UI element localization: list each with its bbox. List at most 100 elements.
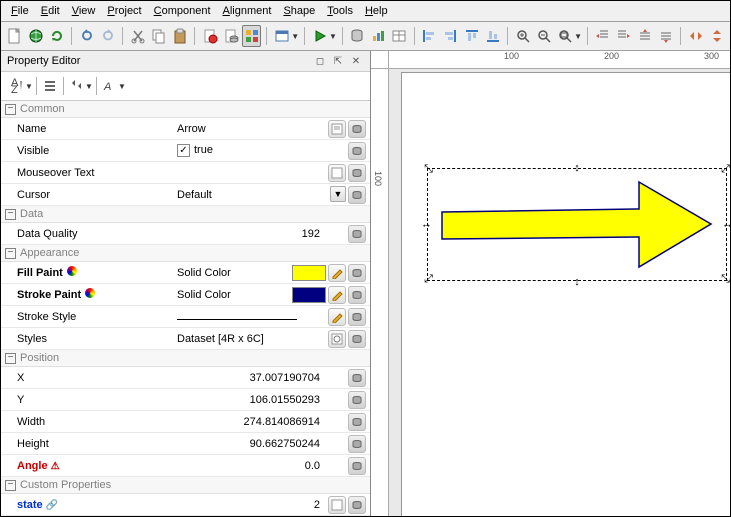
- section-position[interactable]: −Position: [1, 350, 370, 367]
- flip-h-icon[interactable]: [686, 25, 705, 47]
- edit-icon[interactable]: [328, 264, 346, 282]
- prop-value[interactable]: 90.662750244: [177, 438, 326, 450]
- zoom-out-icon[interactable]: [534, 25, 553, 47]
- bind-icon[interactable]: [348, 369, 366, 387]
- edit-text-icon[interactable]: [328, 164, 346, 182]
- dropdown-arrow-icon[interactable]: ▼: [291, 32, 299, 41]
- dropdown-arrow-icon[interactable]: ▼: [329, 32, 337, 41]
- dropdown-arrow-icon[interactable]: ▼: [85, 82, 93, 91]
- dropdown-arrow-icon[interactable]: ▼: [574, 32, 582, 41]
- resize-handle-sw[interactable]: ⤢: [422, 273, 435, 286]
- resize-handle-w[interactable]: ↔: [420, 218, 433, 231]
- dropdown-arrow-icon[interactable]: ▼: [25, 82, 33, 91]
- prop-value[interactable]: Default: [177, 189, 326, 201]
- dock-icon[interactable]: ◻: [312, 54, 328, 68]
- dataset-icon[interactable]: [328, 330, 346, 348]
- bind-icon[interactable]: [348, 286, 366, 304]
- color-swatch[interactable]: [292, 287, 326, 303]
- resize-handle-e[interactable]: ↔: [721, 218, 730, 231]
- bind-icon[interactable]: [348, 264, 366, 282]
- cut-icon[interactable]: [128, 25, 147, 47]
- section-data[interactable]: −Data: [1, 206, 370, 223]
- align-left-icon[interactable]: [420, 25, 439, 47]
- prop-value[interactable]: Dataset [4R x 6C]: [177, 333, 326, 345]
- menu-edit[interactable]: Edit: [35, 3, 66, 19]
- table-icon[interactable]: [390, 25, 409, 47]
- section-appearance[interactable]: −Appearance: [1, 245, 370, 262]
- chart-icon[interactable]: [369, 25, 388, 47]
- menu-shape[interactable]: Shape: [277, 3, 321, 19]
- menu-view[interactable]: View: [66, 3, 102, 19]
- prop-value[interactable]: Solid Color: [177, 267, 292, 279]
- dropdown-arrow-icon[interactable]: ▼: [118, 82, 126, 91]
- menu-alignment[interactable]: Alignment: [217, 3, 278, 19]
- bind-icon[interactable]: [348, 496, 366, 514]
- align-bottom-icon[interactable]: [483, 25, 502, 47]
- resize-handle-n[interactable]: ↕: [571, 161, 584, 174]
- checkbox-icon[interactable]: ✓: [177, 144, 190, 157]
- dropdown-arrow-icon[interactable]: ▼: [330, 186, 346, 202]
- list-view-icon[interactable]: [40, 76, 60, 96]
- copy-icon[interactable]: [149, 25, 168, 47]
- prop-value[interactable]: ✓true: [177, 144, 326, 157]
- menu-help[interactable]: Help: [359, 3, 394, 19]
- resize-handle-s[interactable]: ↕: [571, 275, 584, 288]
- undo-icon[interactable]: [77, 25, 96, 47]
- components-icon[interactable]: [242, 25, 261, 47]
- sort-alpha-icon[interactable]: AZ: [7, 76, 27, 96]
- prop-value[interactable]: [177, 311, 326, 323]
- bind-icon[interactable]: [348, 142, 366, 160]
- prop-value[interactable]: Solid Color: [177, 289, 292, 301]
- pin-icon[interactable]: ⇱: [330, 54, 346, 68]
- zoom-fit-icon[interactable]: [555, 25, 574, 47]
- bind-icon[interactable]: [348, 457, 366, 475]
- redo-icon[interactable]: [98, 25, 117, 47]
- bind-icon[interactable]: [348, 413, 366, 431]
- resize-handle-se[interactable]: ⤡: [719, 273, 730, 286]
- prop-value[interactable]: 2: [177, 499, 326, 511]
- indent-increase-icon[interactable]: [614, 25, 633, 47]
- window-icon[interactable]: [272, 25, 291, 47]
- menu-file[interactable]: File: [5, 3, 35, 19]
- db-icon[interactable]: [348, 25, 367, 47]
- edit-icon[interactable]: [328, 286, 346, 304]
- prop-value[interactable]: 0.0: [177, 460, 326, 472]
- flip-v-icon[interactable]: [707, 25, 726, 47]
- globe-icon[interactable]: [26, 25, 45, 47]
- design-canvas[interactable]: ⤡ ⤢ ⤢ ⤡ ↕ ↕ ↔ ↔: [389, 69, 730, 516]
- bind-icon[interactable]: [348, 164, 366, 182]
- play-icon[interactable]: [310, 25, 329, 47]
- align-right-icon[interactable]: [441, 25, 460, 47]
- move-up-icon[interactable]: [635, 25, 654, 47]
- new-icon[interactable]: [5, 25, 24, 47]
- prop-value[interactable]: 106.01550293: [177, 394, 326, 406]
- edit-text-icon[interactable]: [328, 120, 346, 138]
- align-top-icon[interactable]: [462, 25, 481, 47]
- page-stop-icon[interactable]: [200, 25, 219, 47]
- resize-handle-ne[interactable]: ⤢: [719, 163, 730, 176]
- edit-text-icon[interactable]: [328, 496, 346, 514]
- bind-icon[interactable]: [348, 308, 366, 326]
- design-paper[interactable]: ⤡ ⤢ ⤢ ⤡ ↕ ↕ ↔ ↔: [401, 72, 730, 516]
- indent-decrease-icon[interactable]: [593, 25, 612, 47]
- prop-value[interactable]: Arrow: [177, 123, 326, 135]
- section-common[interactable]: −Common: [1, 101, 370, 118]
- color-swatch[interactable]: [292, 265, 326, 281]
- close-icon[interactable]: ✕: [348, 54, 364, 68]
- bind-icon[interactable]: [348, 186, 366, 204]
- paste-icon[interactable]: [170, 25, 189, 47]
- edit-icon[interactable]: [328, 308, 346, 326]
- menu-component[interactable]: Component: [148, 3, 217, 19]
- section-custom[interactable]: −Custom Properties: [1, 477, 370, 494]
- bind-icon[interactable]: [348, 330, 366, 348]
- bind-icon[interactable]: [348, 391, 366, 409]
- bind-icon[interactable]: [348, 120, 366, 138]
- page-db-icon[interactable]: [221, 25, 240, 47]
- arrows-icon[interactable]: [67, 76, 87, 96]
- bind-icon[interactable]: [348, 435, 366, 453]
- prop-value[interactable]: 274.814086914: [177, 416, 326, 428]
- move-down-icon[interactable]: [656, 25, 675, 47]
- menu-project[interactable]: Project: [101, 3, 147, 19]
- prop-value[interactable]: 192: [177, 228, 326, 240]
- bind-icon[interactable]: [348, 225, 366, 243]
